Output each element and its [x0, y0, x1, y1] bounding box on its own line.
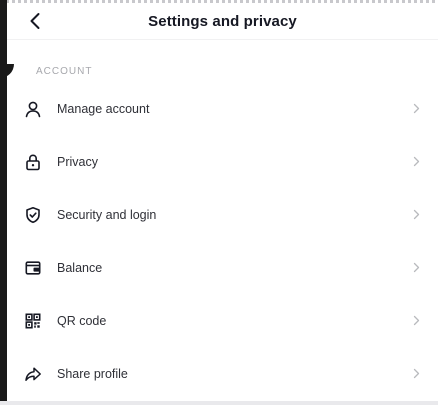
settings-item-manage-account[interactable]: Manage account	[7, 82, 438, 135]
settings-item-qr-code[interactable]: QR code	[7, 294, 438, 347]
device-frame-edge	[0, 0, 7, 405]
qr-code-icon	[23, 311, 43, 331]
settings-item-security-and-login[interactable]: Security and login	[7, 188, 438, 241]
share-icon	[23, 364, 43, 384]
settings-item-privacy[interactable]: Privacy	[7, 135, 438, 188]
chevron-right-icon	[411, 155, 421, 169]
shield-icon	[23, 205, 43, 225]
settings-item-label: Manage account	[57, 101, 150, 116]
chevron-right-icon	[411, 314, 421, 328]
settings-item-label: Security and login	[57, 207, 157, 222]
settings-screen: Settings and privacy ACCOUNT Manage acco…	[0, 0, 438, 405]
settings-item-label: QR code	[57, 313, 107, 328]
settings-item-label: Privacy	[57, 154, 98, 169]
chevron-right-icon	[411, 102, 421, 116]
chevron-right-icon	[411, 367, 421, 381]
settings-item-balance[interactable]: Balance	[7, 241, 438, 294]
settings-item-share-profile[interactable]: Share profile	[7, 347, 438, 400]
chevron-left-icon	[29, 12, 41, 30]
settings-item-label: Balance	[57, 260, 103, 275]
settings-list: Manage account Privacy Security and logi…	[7, 82, 438, 400]
back-button[interactable]	[21, 7, 49, 35]
header-bar: Settings and privacy	[7, 3, 438, 40]
page-title: Settings and privacy	[148, 12, 297, 30]
chevron-right-icon	[411, 208, 421, 222]
chevron-right-icon	[411, 261, 421, 275]
person-icon	[23, 99, 43, 119]
settings-item-label: Share profile	[57, 366, 128, 381]
section-label-account: ACCOUNT	[36, 66, 93, 77]
device-frame-notch	[0, 64, 14, 78]
lock-icon	[23, 152, 43, 172]
wallet-icon	[23, 258, 43, 278]
bottom-edge	[0, 401, 438, 405]
